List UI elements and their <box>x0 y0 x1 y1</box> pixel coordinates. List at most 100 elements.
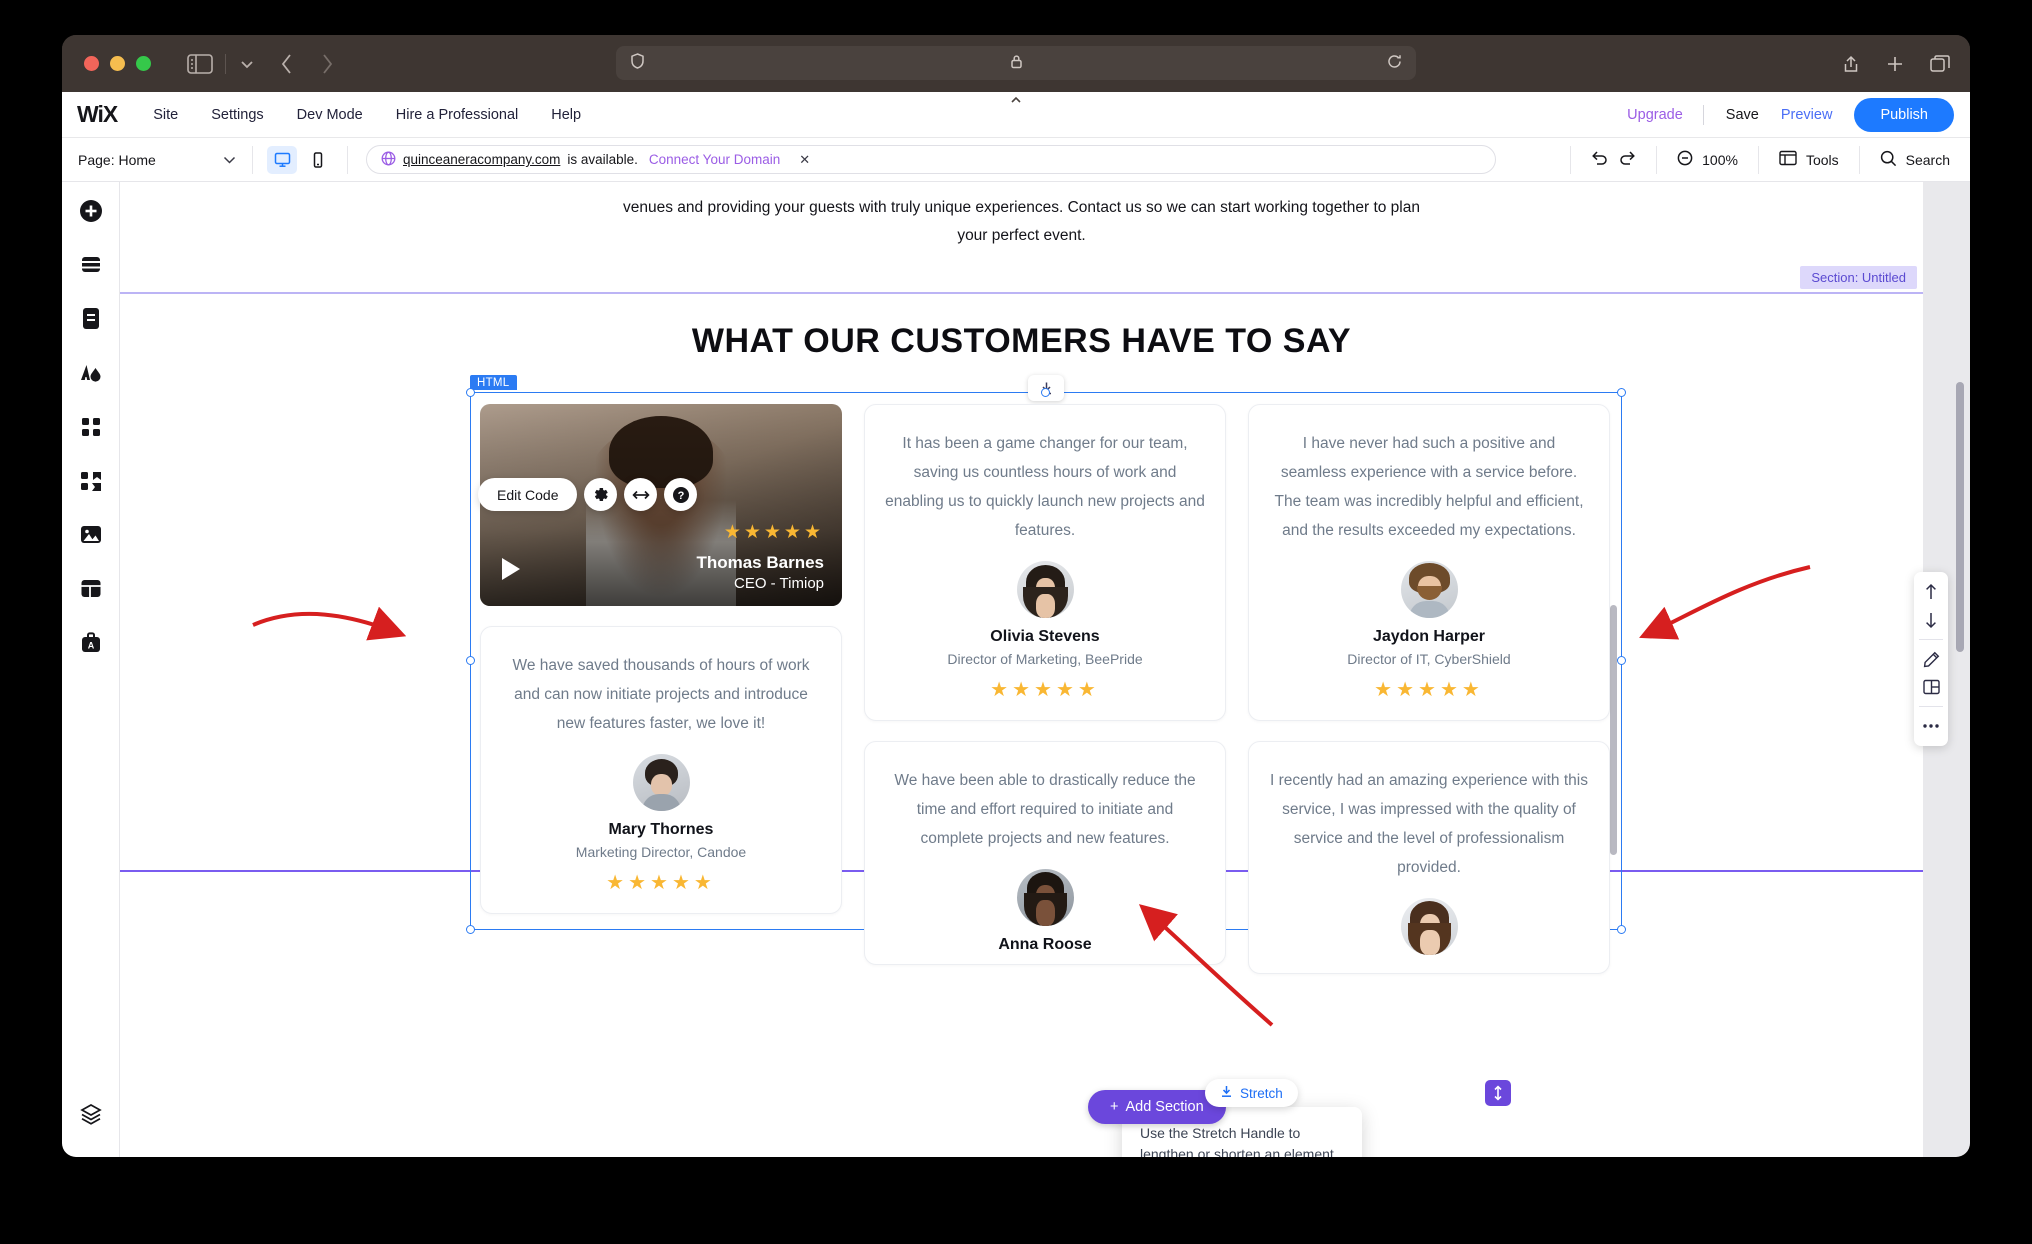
play-icon[interactable] <box>502 558 520 580</box>
resize-handle-right-middle[interactable] <box>1617 656 1626 665</box>
gear-icon[interactable] <box>584 478 618 511</box>
resize-handle-top-middle[interactable] <box>1041 388 1050 397</box>
search-label: Search <box>1905 151 1950 168</box>
wix-secondary-toolbar: Page: Home quinceaneracompany.com is ava… <box>62 138 1970 182</box>
back-icon[interactable] <box>272 53 302 75</box>
star-rating: ★★★★★ <box>723 522 824 543</box>
browser-titlebar <box>62 35 1970 92</box>
menu-item-hire-a-professional[interactable]: Hire a Professional <box>396 107 519 123</box>
stretch-label: Stretch <box>1240 1085 1283 1101</box>
menu-item-help[interactable]: Help <box>551 107 581 123</box>
avatar <box>632 754 690 811</box>
testimonial-card[interactable]: We have saved thousands of hours of work… <box>480 626 842 914</box>
stretch-down-icon <box>1220 1085 1233 1101</box>
sidebar-item-content-manager[interactable] <box>76 574 106 604</box>
ellipsis-icon[interactable] <box>1915 712 1947 740</box>
sidebar-item-layers[interactable] <box>76 1099 106 1129</box>
tools-button[interactable]: Tools <box>1757 145 1859 174</box>
menu-item-dev-mode[interactable]: Dev Mode <box>297 107 363 123</box>
sidebar-item-site-pages[interactable] <box>76 250 106 280</box>
testimonial-name: Thomas Barnes <box>696 553 824 572</box>
resize-handle-left-middle[interactable] <box>466 656 475 665</box>
sidebar-item-add-elements[interactable] <box>76 196 106 226</box>
chevron-down-icon[interactable] <box>238 59 256 69</box>
site-page[interactable]: venues and providing your guests with tr… <box>120 182 1923 1157</box>
maximize-window-button[interactable] <box>136 56 151 71</box>
resize-handle-top-right[interactable] <box>1617 388 1626 397</box>
editor-canvas[interactable]: venues and providing your guests with tr… <box>120 182 1970 1157</box>
toolstrip-divider <box>1919 706 1943 707</box>
search-icon <box>1880 150 1897 170</box>
avatar <box>1016 561 1074 618</box>
desktop-icon[interactable] <box>267 145 297 174</box>
zoom-level-label: 100% <box>1702 151 1738 168</box>
tab-overview-icon[interactable] <box>1930 54 1950 73</box>
arrow-down-icon[interactable] <box>1915 606 1947 634</box>
layout-icon[interactable] <box>1915 673 1947 701</box>
resize-handle-top-left[interactable] <box>466 388 475 397</box>
section-label: Section: Untitled <box>1800 266 1917 289</box>
sidebar-item-add-apps[interactable] <box>76 466 106 496</box>
arrows-horizontal-icon[interactable] <box>624 478 658 511</box>
menu-item-settings[interactable]: Settings <box>211 107 263 123</box>
sidebar-toggle-icon[interactable] <box>185 53 215 75</box>
zoom-out-icon[interactable] <box>1677 150 1693 169</box>
arrow-up-icon[interactable] <box>1915 578 1947 606</box>
preview-button[interactable]: Preview <box>1781 107 1855 123</box>
publish-button[interactable]: Publish <box>1854 97 1954 132</box>
search-button[interactable]: Search <box>1858 145 1970 174</box>
edit-code-button[interactable]: Edit Code <box>478 478 578 511</box>
close-icon[interactable]: ✕ <box>799 152 810 168</box>
reload-icon[interactable] <box>1387 54 1402 73</box>
save-button[interactable]: Save <box>1704 107 1781 123</box>
share-icon[interactable] <box>1842 54 1860 74</box>
privacy-shield-icon[interactable] <box>630 53 645 73</box>
page-selector[interactable]: Page: Home <box>62 152 252 168</box>
domain-suggestion-bar[interactable]: quinceaneracompany.com is available. Con… <box>366 145 1496 174</box>
mobile-icon[interactable] <box>303 146 333 174</box>
wix-logo[interactable]: WiX <box>77 101 118 128</box>
stretch-button[interactable]: Stretch <box>1205 1079 1298 1107</box>
forward-icon[interactable] <box>312 53 342 75</box>
add-section-label: Add Section <box>1125 1099 1204 1115</box>
resize-handle-bottom-right[interactable] <box>1617 925 1626 934</box>
layout-panel-icon <box>1779 150 1797 169</box>
window-traffic-lights[interactable] <box>84 56 151 71</box>
close-window-button[interactable] <box>84 56 99 71</box>
testimonial-card[interactable]: It has been a game changer for our team,… <box>864 404 1226 721</box>
sidebar-item-business-tools[interactable]: A <box>76 628 106 658</box>
browser-url-bar[interactable] <box>616 46 1416 80</box>
connect-domain-link[interactable]: Connect Your Domain <box>649 152 780 167</box>
domain-name-link[interactable]: quinceaneracompany.com <box>403 152 560 167</box>
resize-handle-bottom-left[interactable] <box>466 925 475 934</box>
undo-icon[interactable] <box>1591 150 1609 169</box>
canvas-scrollbar[interactable] <box>1956 382 1964 652</box>
testimonial-quote: I have never had such a positive and sea… <box>1274 435 1584 539</box>
page-intro-text: venues and providing your guests with tr… <box>120 194 1923 250</box>
tab-hover-nub[interactable] <box>970 92 1062 107</box>
pencil-icon[interactable] <box>1915 645 1947 673</box>
question-circle-icon[interactable]: ? <box>664 478 698 511</box>
stretch-handle[interactable] <box>1485 1080 1511 1106</box>
testimonial-role: CEO - Timiop <box>733 575 824 592</box>
testimonial-card[interactable]: I recently had an amazing experience wit… <box>1248 741 1610 974</box>
testimonial-card[interactable]: I have never had such a positive and sea… <box>1248 404 1610 721</box>
new-tab-icon[interactable] <box>1886 55 1904 73</box>
minimize-window-button[interactable] <box>110 56 125 71</box>
star-rating: ★★★★★ <box>606 872 716 894</box>
sidebar-item-page-sections[interactable] <box>76 304 106 334</box>
element-context-toolbar: Edit Code ? <box>478 478 698 511</box>
html-inner-scrollbar[interactable] <box>1610 605 1617 855</box>
sidebar-item-media[interactable] <box>76 520 106 550</box>
testimonial-quote: We have saved thousands of hours of work… <box>512 657 810 732</box>
sidebar-item-apps[interactable] <box>76 412 106 442</box>
chevron-down-icon <box>223 153 236 167</box>
upgrade-link[interactable]: Upgrade <box>1627 107 1703 123</box>
browser-titlebar-actions <box>1842 54 1950 74</box>
menu-item-site[interactable]: Site <box>153 107 178 123</box>
zoom-control[interactable]: 100% <box>1656 145 1758 174</box>
toolstrip-divider <box>1919 639 1943 640</box>
redo-icon[interactable] <box>1618 150 1636 169</box>
sidebar-item-site-design[interactable] <box>76 358 106 388</box>
testimonial-card[interactable]: We have been able to drastically reduce … <box>864 741 1226 965</box>
